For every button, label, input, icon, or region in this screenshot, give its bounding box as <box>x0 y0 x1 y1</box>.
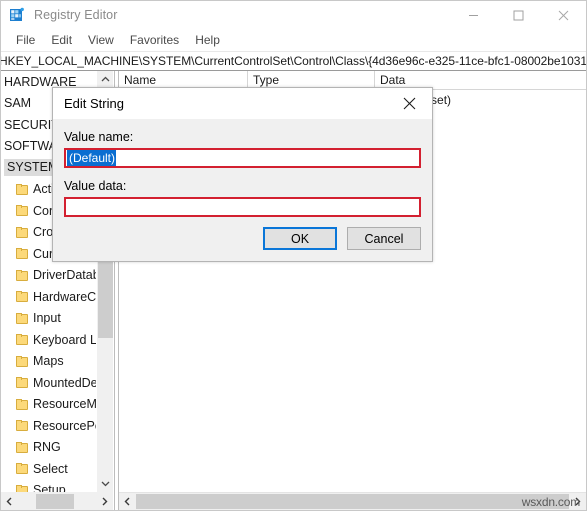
folder-icon <box>16 269 29 281</box>
dialog-title-bar: Edit String <box>53 88 432 119</box>
list-horizontal-scrollbar[interactable] <box>119 492 586 510</box>
title-bar: Registry Editor <box>1 1 586 29</box>
close-button[interactable] <box>541 1 586 29</box>
value-name-input[interactable]: (Default) <box>64 148 421 168</box>
dialog-body: Value name: (Default) Value data: OK Can… <box>53 119 432 261</box>
scroll-right-icon[interactable] <box>96 493 113 510</box>
tree-item-label: Select <box>33 461 68 476</box>
folder-icon <box>16 334 29 346</box>
watermark: wsxdn.com <box>521 495 580 509</box>
window-title: Registry Editor <box>34 8 118 22</box>
address-bar[interactable]: HKEY_LOCAL_MACHINE\SYSTEM\CurrentControl… <box>1 51 586 71</box>
tree-horizontal-scrollbar[interactable] <box>1 492 113 510</box>
dialog-close-button[interactable] <box>387 88 432 119</box>
tree-item-label: RNG <box>33 440 61 455</box>
menu-help[interactable]: Help <box>187 31 228 50</box>
folder-icon <box>16 355 29 367</box>
list-hscroll-thumb[interactable] <box>136 494 569 509</box>
menu-bar: File Edit View Favorites Help <box>1 29 586 51</box>
value-data-label: Value data: <box>64 179 127 193</box>
maximize-button[interactable] <box>496 1 541 29</box>
value-name-text: (Default) <box>67 150 117 166</box>
folder-icon <box>16 377 29 389</box>
value-data-input[interactable] <box>64 197 421 217</box>
folder-icon <box>16 205 29 217</box>
menu-view[interactable]: View <box>80 31 122 50</box>
menu-edit[interactable]: Edit <box>43 31 80 50</box>
menu-file[interactable]: File <box>8 31 43 50</box>
registry-icon <box>9 7 25 23</box>
tree-hscroll-track[interactable] <box>18 493 96 510</box>
tree-hscroll-thumb[interactable] <box>36 493 74 509</box>
folder-icon <box>16 463 29 475</box>
registry-editor-window: Registry Editor File Edit View Favorites… <box>0 0 587 511</box>
tree-item-label: SAM <box>4 96 32 111</box>
scroll-down-icon[interactable] <box>97 475 114 492</box>
window-controls <box>451 1 586 29</box>
folder-icon <box>16 183 29 195</box>
minimize-button[interactable] <box>451 1 496 29</box>
folder-icon <box>16 484 29 492</box>
tree-item-label: Input <box>33 311 61 326</box>
address-path: HKEY_LOCAL_MACHINE\SYSTEM\CurrentControl… <box>1 54 586 68</box>
folder-icon <box>16 291 29 303</box>
folder-icon <box>16 420 29 432</box>
dialog-buttons: OK Cancel <box>263 227 421 250</box>
scroll-up-icon[interactable] <box>97 71 114 88</box>
scroll-left-icon[interactable] <box>1 493 18 510</box>
folder-icon <box>16 441 29 453</box>
ok-button[interactable]: OK <box>263 227 337 250</box>
list-hscroll-track[interactable] <box>136 493 569 510</box>
cancel-button[interactable]: Cancel <box>347 227 421 250</box>
tree-item-label: Maps <box>33 354 64 369</box>
tree-item-label: Setup <box>33 483 66 492</box>
folder-icon <box>16 398 29 410</box>
dialog-title: Edit String <box>64 96 124 111</box>
value-name-label: Value name: <box>64 130 134 144</box>
folder-icon <box>16 248 29 260</box>
folder-icon <box>16 312 29 324</box>
menu-favorites[interactable]: Favorites <box>122 31 187 50</box>
edit-string-dialog: Edit String Value name: (Default) Value … <box>52 87 433 262</box>
list-scroll-left-icon[interactable] <box>119 493 136 510</box>
folder-icon <box>16 226 29 238</box>
